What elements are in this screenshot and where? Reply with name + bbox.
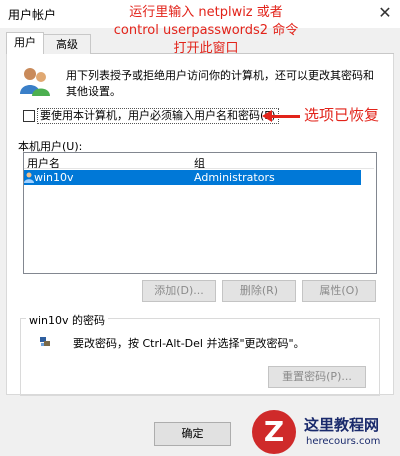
user-row-icon: [24, 172, 34, 183]
tab-advanced[interactable]: 高级: [43, 34, 91, 54]
require-password-checkbox[interactable]: [23, 110, 35, 122]
watermark-logo: Z: [252, 410, 296, 454]
require-password-label[interactable]: 要使用本计算机，用户必须输入用户名和密码(E): [37, 108, 279, 124]
properties-button[interactable]: 属性(O): [302, 280, 376, 302]
table-row[interactable]: [24, 170, 361, 185]
annotation-line-3: 打开此窗口: [173, 41, 239, 56]
reset-password-button[interactable]: 重置密码(P)...: [268, 366, 366, 388]
intro-text: 用下列表授予或拒绝用户访问你的计算机，还可以更改其密码和其他设置。: [66, 69, 374, 98]
user-name-cell: win10v: [34, 171, 74, 184]
list-header-divider: [24, 168, 374, 169]
annotation-right: 选项已恢复: [304, 106, 380, 124]
watermark-url: herecours.com: [306, 436, 381, 447]
key-icon: [40, 337, 50, 346]
watermark-name: 这里教程网: [304, 416, 380, 434]
password-group-title: win10v 的密码: [26, 312, 109, 328]
user-group-cell: Administrators: [194, 171, 275, 184]
users-icon: [20, 68, 50, 96]
add-user-button[interactable]: 添加(D)...: [142, 280, 216, 302]
annotation-line-1: 运行里输入 netplwiz 或者: [129, 5, 283, 20]
annotation-top: 运行里输入 netplwiz 或者 control userpasswords2…: [96, 4, 316, 58]
password-instructions: 要改密码，按 Ctrl-Alt-Del 并选择"更改密码"。: [73, 337, 305, 350]
close-icon[interactable]: ✕: [375, 2, 395, 24]
tab-users[interactable]: 用户: [6, 32, 44, 54]
window-title: 用户帐户: [8, 8, 57, 22]
annotation-line-2: control userpasswords2 命令: [113, 23, 299, 38]
ok-button[interactable]: 确定: [154, 422, 231, 446]
remove-user-button[interactable]: 删除(R): [222, 280, 296, 302]
annotation-arrow-line: [270, 115, 300, 118]
